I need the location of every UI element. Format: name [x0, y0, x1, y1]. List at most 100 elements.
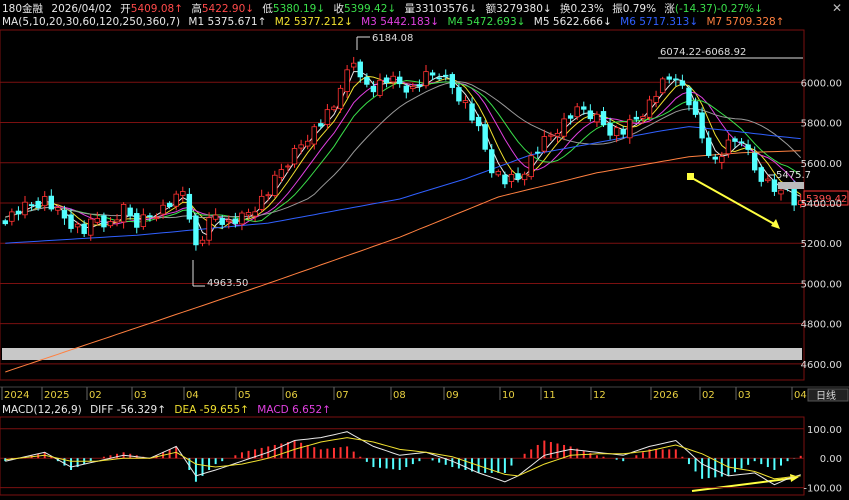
candle-up	[258, 195, 265, 210]
candle-down	[732, 138, 738, 142]
candle-up	[107, 221, 114, 227]
candle-down	[535, 151, 541, 154]
candle-down	[397, 76, 403, 85]
candle-up	[265, 194, 271, 197]
candle-up	[180, 191, 186, 196]
candle-down	[771, 179, 778, 192]
candle-up	[245, 212, 252, 216]
candle-up	[278, 169, 285, 179]
candle-down	[469, 103, 475, 121]
candle-down	[403, 85, 409, 93]
candle-down	[482, 124, 488, 150]
candle-down	[692, 101, 699, 115]
candle-up	[778, 189, 784, 195]
candle-down	[686, 87, 692, 106]
candle-down	[429, 72, 436, 76]
candle-down	[186, 193, 193, 220]
candle-up	[94, 218, 101, 223]
candle-up	[239, 212, 245, 225]
candle-up	[640, 116, 646, 119]
macd-tick-label: 0.00	[820, 454, 842, 465]
y-tick-label: 6000.00	[801, 78, 842, 89]
trend-arrow-macd	[691, 477, 795, 492]
candle-down	[28, 204, 35, 206]
candle-down	[443, 74, 449, 77]
candle-down	[436, 77, 442, 80]
candle-down	[81, 223, 87, 234]
candle-down	[61, 210, 68, 219]
candle-up	[541, 136, 548, 152]
candle-up	[548, 134, 554, 137]
candle-up	[114, 219, 120, 223]
candle-up	[646, 99, 653, 118]
candle-down	[600, 111, 607, 126]
candle-down	[581, 106, 587, 110]
candle-down	[502, 174, 508, 185]
candle-down	[673, 78, 679, 81]
candle-down	[587, 110, 594, 120]
x-tick-label: 09	[446, 390, 459, 401]
candle-down	[48, 195, 55, 210]
candle-up	[423, 71, 429, 87]
candle-down	[515, 173, 521, 180]
low-mark: 4963.50	[207, 278, 248, 289]
candle-up	[298, 144, 304, 149]
candle-up	[140, 214, 147, 227]
y-tick-label: 5200.00	[801, 239, 842, 250]
candle-up	[337, 87, 344, 110]
candle-down	[134, 213, 140, 228]
y-tick-label: 5800.00	[801, 119, 842, 130]
candle-down	[370, 85, 377, 93]
candle-up	[653, 95, 659, 103]
candle-up	[554, 132, 561, 137]
candle-down	[705, 137, 712, 156]
period-label: 日线	[816, 389, 836, 402]
candle-up	[324, 109, 331, 125]
candle-up	[765, 178, 771, 182]
candle-down	[318, 123, 324, 127]
kline-chart[interactable]: 6184.084963.506074.22-6068.925475.75399.…	[0, 0, 849, 500]
price-axis: 4600.00 4800.00 5000.00 5200.00 5400.00 5600.…	[801, 78, 842, 371]
candle-down	[35, 200, 41, 209]
chart-annotations: 6184.084963.506074.22-6068.925475.75399.…	[192, 33, 849, 492]
candle-down	[357, 61, 363, 78]
candle-up	[9, 211, 15, 222]
candle-down	[68, 214, 74, 229]
candle-down	[383, 77, 390, 84]
y-tick-label: 4600.00	[801, 360, 842, 371]
ma-line-m7	[5, 150, 801, 373]
candle-down	[620, 129, 626, 135]
candle-up	[495, 171, 502, 176]
candle-up	[22, 201, 28, 216]
candle-up	[410, 86, 416, 89]
candle-up	[153, 217, 160, 220]
candle-down	[364, 76, 370, 85]
candle-up	[627, 119, 633, 139]
candle-down	[147, 215, 153, 218]
candle-up	[725, 139, 732, 155]
candle-up	[173, 193, 179, 207]
x-tick-label: 2025	[44, 390, 69, 401]
x-tick-label: 04	[186, 390, 199, 401]
y-tick-label: 5600.00	[801, 159, 842, 170]
candle-down	[633, 116, 640, 120]
candle-up	[521, 173, 528, 181]
candle-up	[304, 140, 311, 147]
candle-down	[219, 217, 225, 225]
x-tick-label: 05	[238, 390, 251, 401]
candle-up	[508, 174, 515, 182]
candle-down	[679, 80, 686, 86]
candle-up	[88, 218, 94, 236]
candle-up	[206, 217, 212, 241]
candle-up	[594, 113, 600, 123]
x-tick-label: 02	[702, 390, 715, 401]
x-tick-label: 08	[393, 390, 406, 401]
x-tick-label: 2024	[4, 390, 29, 401]
y-tick-label: 4800.00	[801, 320, 842, 331]
candle-down	[15, 210, 22, 215]
candle-down	[456, 87, 462, 102]
candle-down	[101, 215, 107, 228]
candle-down	[193, 215, 199, 246]
candle-down	[475, 116, 482, 127]
ma-line	[5, 78, 802, 227]
